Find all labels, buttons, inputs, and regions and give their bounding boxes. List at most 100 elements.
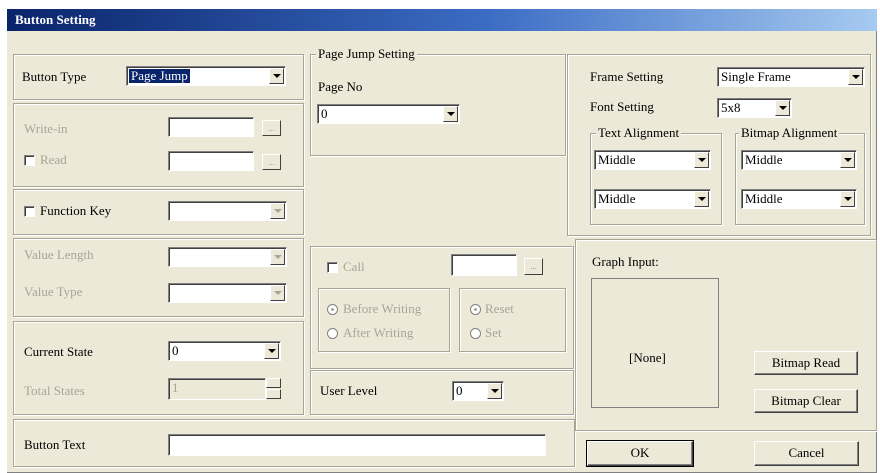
set-label: Set [485,325,502,340]
bitmap-align-vertical-select[interactable]: Middle [741,189,857,209]
page-no-value: 0 [321,106,328,121]
call-field[interactable] [451,254,517,276]
after-writing-label: After Writing [343,325,414,340]
bitmap-align-vertical-dropdown-button[interactable] [840,191,855,207]
read-checkbox[interactable] [24,155,35,166]
bitmap-align-horizontal-select[interactable]: Middle [741,150,857,170]
chevron-down-icon [779,106,787,110]
read-field[interactable] [168,151,254,171]
before-writing-label: Before Writing [343,301,422,316]
button-type-value: Page Jump [129,68,190,83]
font-setting-label: Font Setting [590,99,654,114]
bitmap-clear-button[interactable]: Bitmap Clear [754,389,858,413]
page-jump-legend: Page Jump Setting [316,46,417,62]
function-key-select[interactable] [168,201,287,221]
call-browse-button[interactable]: ... [524,258,543,275]
title-bar[interactable]: Button Setting [7,9,877,31]
total-states-spinner[interactable] [266,378,281,400]
write-in-group [13,103,304,187]
ok-button[interactable]: OK [587,441,693,466]
set-radio[interactable] [470,328,481,339]
write-in-browse-button[interactable]: ... [262,120,281,136]
text-align-horizontal-value: Middle [598,152,636,167]
after-writing-radio[interactable] [327,328,338,339]
total-states-label: Total States [24,383,85,398]
chevron-down-icon [447,112,455,116]
function-key-label: Function Key [40,203,112,218]
value-length-select[interactable] [168,247,287,267]
current-state-select[interactable]: 0 [168,341,281,361]
frame-setting-select[interactable]: Single Frame [717,67,865,87]
chevron-down-icon [491,389,499,393]
frame-setting-value: Single Frame [721,69,791,84]
chevron-down-icon [268,349,276,353]
button-text-input[interactable] [168,434,546,456]
frame-setting-dropdown-button[interactable] [848,69,863,85]
chevron-down-icon [844,158,852,162]
button-setting-dialog: Button Setting Button Type Page Jump Wri… [6,8,877,473]
user-level-label: User Level [320,383,378,398]
bitmap-alignment-group [735,133,865,225]
bitmap-alignment-legend: Bitmap Alignment [739,125,840,141]
spin-down-button[interactable] [266,389,281,399]
reset-set-group [459,288,566,352]
page-no-dropdown-button[interactable] [443,106,458,122]
font-setting-select[interactable]: 5x8 [717,98,792,118]
graph-preview-text: [None] [629,350,666,365]
bitmap-read-button[interactable]: Bitmap Read [754,351,858,375]
spin-up-button[interactable] [266,378,281,388]
write-in-label: Write-in [24,121,68,136]
value-type-select[interactable] [168,283,287,303]
text-align-horizontal-dropdown-button[interactable] [694,152,709,168]
bitmap-align-horizontal-dropdown-button[interactable] [840,152,855,168]
before-writing-radio[interactable] [327,304,338,315]
button-type-dropdown-button[interactable] [269,68,284,84]
function-key-dropdown-button[interactable] [270,203,285,219]
text-align-horizontal-select[interactable]: Middle [594,150,711,170]
value-type-dropdown-button[interactable] [270,285,285,301]
chevron-down-icon [844,197,852,201]
frame-setting-label: Frame Setting [590,69,664,84]
window-title: Button Setting [15,12,96,27]
call-label: Call [343,259,365,274]
font-setting-value: 5x8 [721,100,741,115]
value-type-label: Value Type [24,284,83,299]
writing-mode-group [318,288,450,352]
read-browse-button[interactable]: ... [262,154,281,170]
function-key-checkbox[interactable] [24,206,35,217]
value-length-label: Value Length [24,247,94,262]
chevron-down-icon [698,158,706,162]
button-text-label: Button Text [24,437,86,452]
user-level-dropdown-button[interactable] [487,383,502,399]
current-state-label: Current State [24,344,93,359]
chevron-down-icon [274,255,282,259]
chevron-down-icon [274,291,282,295]
current-state-dropdown-button[interactable] [264,343,279,359]
user-level-value: 0 [456,383,463,398]
background-strip [0,0,880,8]
text-align-vertical-dropdown-button[interactable] [694,191,709,207]
value-length-dropdown-button[interactable] [270,249,285,265]
reset-radio[interactable] [470,304,481,315]
page-no-select[interactable]: 0 [317,104,460,124]
chevron-down-icon [273,74,281,78]
chevron-down-icon [852,75,860,79]
text-alignment-legend: Text Alignment [596,125,682,141]
graph-input-label: Graph Input: [592,254,659,269]
button-type-select[interactable]: Page Jump [126,66,286,86]
reset-label: Reset [485,301,514,316]
button-type-label: Button Type [22,69,87,84]
text-align-vertical-select[interactable]: Middle [594,189,711,209]
current-state-value: 0 [172,343,179,358]
page-no-label: Page No [318,79,363,94]
user-level-select[interactable]: 0 [452,381,504,401]
text-align-vertical-value: Middle [598,191,636,206]
font-setting-dropdown-button[interactable] [775,100,790,116]
call-checkbox[interactable] [327,262,338,273]
chevron-down-icon [698,197,706,201]
total-states-field[interactable]: 1 [168,378,266,400]
write-in-field[interactable] [168,117,254,137]
bitmap-align-horizontal-value: Middle [745,152,783,167]
cancel-button[interactable]: Cancel [754,441,859,466]
text-alignment-group [590,133,722,225]
